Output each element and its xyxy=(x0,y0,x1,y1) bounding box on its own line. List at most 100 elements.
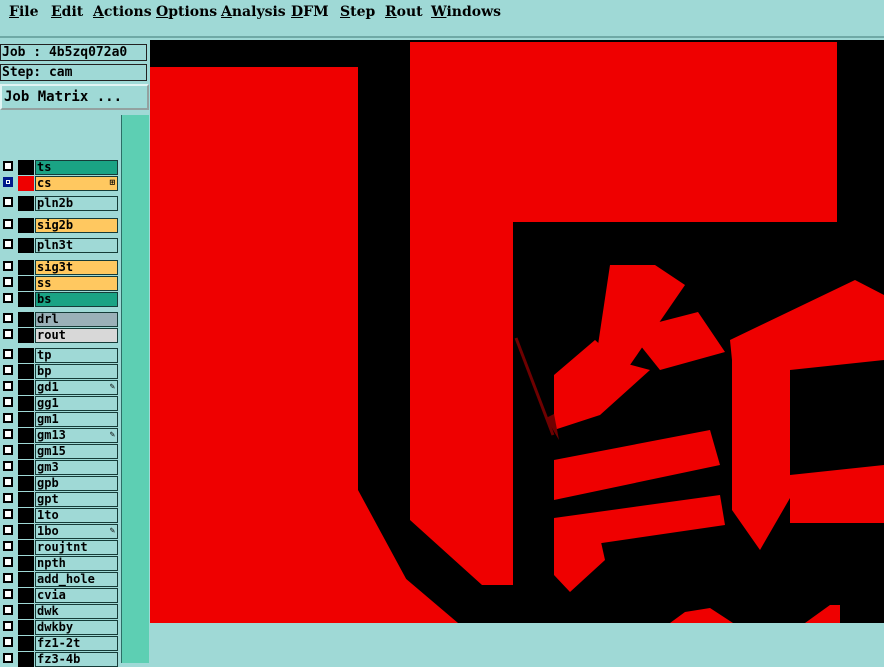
layer-name[interactable]: tp xyxy=(35,348,118,363)
layer-name[interactable]: rout xyxy=(35,328,118,343)
menu-windows[interactable]: Windows xyxy=(431,4,501,20)
menu-step[interactable]: Step xyxy=(340,4,375,20)
layer-row-roujtnt[interactable]: roujtnt xyxy=(2,540,118,555)
layer-name[interactable]: cvia xyxy=(35,588,118,603)
layer-checkbox[interactable] xyxy=(3,461,13,471)
layer-row-bp[interactable]: bp xyxy=(2,364,118,379)
graphic-canvas[interactable] xyxy=(150,40,884,623)
layer-name[interactable]: gd1 ✎ xyxy=(35,380,118,395)
layer-color-swatch[interactable] xyxy=(18,260,34,275)
layer-checkbox[interactable] xyxy=(3,557,13,567)
layer-checkbox[interactable] xyxy=(3,477,13,487)
menu-edit[interactable]: Edit xyxy=(51,4,83,20)
layer-color-swatch[interactable] xyxy=(18,238,34,253)
layer-name[interactable]: dwk xyxy=(35,604,118,619)
layer-color-swatch[interactable] xyxy=(18,588,34,603)
layer-name[interactable]: sig3t xyxy=(35,260,118,275)
layer-name[interactable]: fz1-2t xyxy=(35,636,118,651)
layer-color-swatch[interactable] xyxy=(18,380,34,395)
layer-row-pln3t[interactable]: pln3t xyxy=(2,238,118,253)
layer-color-swatch[interactable] xyxy=(18,218,34,233)
layer-name[interactable]: drl xyxy=(35,312,118,327)
menu-options[interactable]: Options xyxy=(156,4,217,20)
layer-color-swatch[interactable] xyxy=(18,396,34,411)
menu-analysis[interactable]: Analysis xyxy=(221,4,286,20)
layer-color-swatch[interactable] xyxy=(18,196,34,211)
layer-row-gg1[interactable]: gg1 xyxy=(2,396,118,411)
layer-checkbox[interactable] xyxy=(3,261,13,271)
layer-name[interactable]: gg1 xyxy=(35,396,118,411)
layer-row-ts[interactable]: ts xyxy=(2,160,118,175)
layer-name[interactable]: 1bo ✎ xyxy=(35,524,118,539)
layer-name[interactable]: gm1 xyxy=(35,412,118,427)
layer-color-swatch[interactable] xyxy=(18,312,34,327)
layer-color-swatch[interactable] xyxy=(18,620,34,635)
layer-color-swatch[interactable] xyxy=(18,540,34,555)
layer-row-gm1[interactable]: gm1 xyxy=(2,412,118,427)
layer-row-gpb[interactable]: gpb xyxy=(2,476,118,491)
layer-name[interactable]: pln2b xyxy=(35,196,118,211)
layer-row-gpt[interactable]: gpt xyxy=(2,492,118,507)
layer-checkbox[interactable] xyxy=(3,197,13,207)
job-matrix-button[interactable]: Job Matrix ... xyxy=(0,84,149,110)
layer-name[interactable]: ts xyxy=(35,160,118,175)
layer-checkbox[interactable] xyxy=(3,293,13,303)
layer-name[interactable]: gm13 ✎ xyxy=(35,428,118,443)
layer-row-cs[interactable]: cs ⊞ xyxy=(2,176,118,191)
layer-checkbox[interactable] xyxy=(3,349,13,359)
layer-row-sig3t[interactable]: sig3t xyxy=(2,260,118,275)
layer-color-swatch[interactable] xyxy=(18,292,34,307)
layer-color-swatch[interactable] xyxy=(18,652,34,667)
layer-name[interactable]: fz3-4b xyxy=(35,652,118,667)
layer-row-ss[interactable]: ss xyxy=(2,276,118,291)
layer-checkbox[interactable] xyxy=(3,313,13,323)
layer-name[interactable]: gm3 xyxy=(35,460,118,475)
layer-checkbox[interactable] xyxy=(3,329,13,339)
layer-checkbox[interactable] xyxy=(3,397,13,407)
layer-color-swatch[interactable] xyxy=(18,428,34,443)
layer-row-cvia[interactable]: cvia xyxy=(2,588,118,603)
layer-color-swatch[interactable] xyxy=(18,556,34,571)
layer-name[interactable]: gpt xyxy=(35,492,118,507)
layer-color-swatch[interactable] xyxy=(18,604,34,619)
layer-checkbox[interactable] xyxy=(3,605,13,615)
layer-name[interactable]: bs xyxy=(35,292,118,307)
layer-color-swatch[interactable] xyxy=(18,276,34,291)
layer-row-add_hole[interactable]: add_hole xyxy=(2,572,118,587)
layer-checkbox[interactable] xyxy=(3,525,13,535)
layer-row-fz3-4b[interactable]: fz3-4b xyxy=(2,652,118,667)
layer-row-tp[interactable]: tp xyxy=(2,348,118,363)
layer-checkbox[interactable] xyxy=(3,637,13,647)
layer-name[interactable]: npth xyxy=(35,556,118,571)
layer-row-bs[interactable]: bs xyxy=(2,292,118,307)
layer-checkbox[interactable] xyxy=(3,541,13,551)
layer-name[interactable]: dwkby xyxy=(35,620,118,635)
layer-checkbox[interactable] xyxy=(3,219,13,229)
layer-color-swatch[interactable] xyxy=(18,364,34,379)
layer-name[interactable]: gpb xyxy=(35,476,118,491)
layer-checkbox[interactable] xyxy=(3,429,13,439)
layer-row-1bo[interactable]: 1bo ✎ xyxy=(2,524,118,539)
layer-row-dwk[interactable]: dwk xyxy=(2,604,118,619)
layer-row-dwkby[interactable]: dwkby xyxy=(2,620,118,635)
layer-color-swatch[interactable] xyxy=(18,524,34,539)
layer-checkbox[interactable] xyxy=(3,381,13,391)
layer-color-swatch[interactable] xyxy=(18,572,34,587)
layer-panel-scroll-strip[interactable] xyxy=(121,115,149,663)
menu-dfm[interactable]: DFM xyxy=(291,4,329,20)
layer-color-swatch[interactable] xyxy=(18,476,34,491)
menu-rout[interactable]: Rout xyxy=(385,4,423,20)
layer-row-gm13[interactable]: gm13 ✎ xyxy=(2,428,118,443)
layer-name[interactable]: gm15 xyxy=(35,444,118,459)
layer-color-swatch[interactable] xyxy=(18,160,34,175)
layer-name[interactable]: ss xyxy=(35,276,118,291)
layer-checkbox[interactable] xyxy=(3,277,13,287)
layer-name[interactable]: add_hole xyxy=(35,572,118,587)
layer-checkbox[interactable] xyxy=(3,161,13,171)
layer-row-pln2b[interactable]: pln2b xyxy=(2,196,118,211)
layer-name[interactable]: cs ⊞ xyxy=(35,176,118,191)
layer-color-swatch[interactable] xyxy=(18,508,34,523)
layer-color-swatch[interactable] xyxy=(18,492,34,507)
layer-checkbox[interactable] xyxy=(3,365,13,375)
layer-checkbox[interactable] xyxy=(3,509,13,519)
